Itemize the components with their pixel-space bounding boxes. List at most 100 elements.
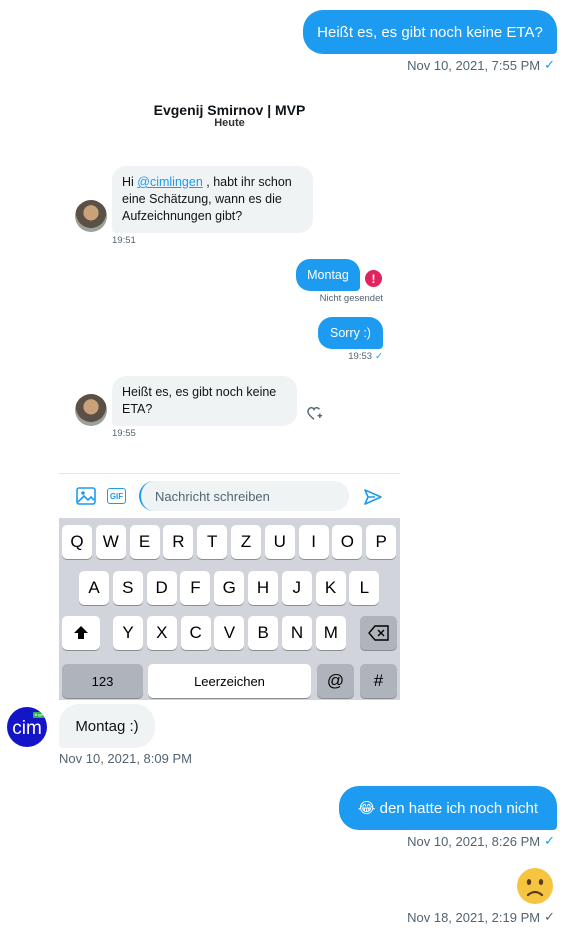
key-r[interactable]: R xyxy=(163,525,194,559)
key-label: # xyxy=(373,671,384,690)
send-icon[interactable] xyxy=(363,488,383,511)
screenshot-date-divider: Heute xyxy=(214,117,245,129)
error-icon: ! xyxy=(365,270,382,287)
sent-check-icon: ✓ xyxy=(544,909,555,924)
key-c[interactable]: C xyxy=(180,616,211,650)
message-timestamp: Nov 10, 2021, 8:09 PM xyxy=(59,751,192,766)
key-f[interactable]: F xyxy=(180,571,211,605)
at-key[interactable]: @ xyxy=(317,664,354,698)
input-placeholder: Nachricht schreiben xyxy=(155,488,270,504)
sent-message-bubble[interactable]: 😂 den hatte ich noch nicht xyxy=(339,786,557,830)
frowning-face-icon xyxy=(517,868,553,904)
compose-bar: GIF Nachricht schreiben xyxy=(59,473,400,518)
screenshot-time: 19:53 ✓ xyxy=(348,351,383,362)
key-label: T xyxy=(206,532,218,551)
key-v[interactable]: V xyxy=(214,616,245,650)
gif-icon[interactable]: GIF xyxy=(107,488,126,504)
key-label: N xyxy=(290,623,304,642)
contact-avatar xyxy=(75,394,107,426)
key-label: Z xyxy=(240,532,252,551)
message-input[interactable]: Nachricht schreiben xyxy=(139,481,349,511)
numbers-key[interactable]: 123 xyxy=(62,664,143,698)
key-g[interactable]: G xyxy=(214,571,245,605)
hash-key[interactable]: # xyxy=(360,664,397,698)
key-y[interactable]: Y xyxy=(113,616,143,650)
msg-text: Sorry :) xyxy=(330,326,371,340)
timestamp-text: Nov 10, 2021, 7:55 PM xyxy=(407,57,541,73)
attached-screenshot-image[interactable]: Evgenij Smirnov | MVP Heute Hi @cimlinge… xyxy=(59,92,400,700)
backspace-key[interactable] xyxy=(360,616,397,650)
key-label: @ xyxy=(326,671,345,690)
key-label: K xyxy=(324,578,337,597)
key-p[interactable]: P xyxy=(366,525,397,559)
received-message-bubble[interactable]: Montag :) xyxy=(59,704,155,748)
contact-avatar xyxy=(75,200,107,232)
key-label: Y xyxy=(122,623,134,642)
key-q[interactable]: Q xyxy=(62,525,92,559)
message-text: Montag :) xyxy=(75,717,139,735)
gif-label: GIF xyxy=(109,491,124,501)
key-label: O xyxy=(340,532,354,551)
key-n[interactable]: N xyxy=(282,616,312,650)
key-m[interactable]: M xyxy=(315,616,346,650)
screenshot-header: Evgenij Smirnov | MVP Heute xyxy=(59,92,400,132)
key-label: D xyxy=(155,578,168,597)
key-label: P xyxy=(375,532,387,551)
key-e[interactable]: E xyxy=(129,525,160,559)
key-label: S xyxy=(122,578,134,597)
msg-text: Montag xyxy=(307,268,349,282)
on-screen-keyboard: QWE R T Z U I O P A S D F G H J K L Y X C V B NM 123 Leerzeich… xyxy=(59,518,400,700)
mention-link[interactable]: @cimlingen xyxy=(137,175,203,189)
screenshot-time: 19:55 xyxy=(112,428,136,439)
key-label: V xyxy=(223,623,236,642)
key-l[interactable]: L xyxy=(349,571,380,605)
avatar[interactable]: lingen cim xyxy=(7,707,47,747)
key-s[interactable]: S xyxy=(112,571,143,605)
key-label: 123 xyxy=(91,673,114,689)
key-label: Q xyxy=(70,532,84,551)
avatar-text: cim xyxy=(12,718,42,739)
key-label: L xyxy=(359,578,370,597)
key-z[interactable]: Z xyxy=(231,525,261,559)
key-label: R xyxy=(172,532,185,551)
sent-emoji-message[interactable] xyxy=(516,867,554,905)
add-reaction-icon[interactable] xyxy=(305,404,323,427)
sent-check-icon: ✓ xyxy=(544,57,555,72)
shift-key[interactable] xyxy=(62,616,100,650)
sent-check-icon: ✓ xyxy=(544,833,555,848)
key-i[interactable]: I xyxy=(298,525,329,559)
key-w[interactable]: W xyxy=(95,525,126,559)
key-j[interactable]: J xyxy=(281,571,312,605)
key-label: B xyxy=(257,623,269,642)
screenshot-contact-name: Evgenij Smirnov | MVP xyxy=(153,102,306,118)
message-timestamp: Nov 10, 2021, 8:26 PM ✓ xyxy=(407,833,555,849)
media-icon[interactable] xyxy=(76,487,96,510)
key-k[interactable]: K xyxy=(315,571,346,605)
key-a[interactable]: A xyxy=(79,571,109,605)
key-label: Leerzeichen xyxy=(194,673,265,689)
key-label: F xyxy=(190,578,201,597)
sent-message-bubble[interactable]: Heißt es, es gibt noch keine ETA? xyxy=(303,10,557,54)
screenshot-outgoing-bubble: Montag xyxy=(296,259,360,291)
key-o[interactable]: O xyxy=(332,525,363,559)
key-b[interactable]: B xyxy=(248,616,279,650)
key-label: C xyxy=(189,623,202,642)
key-d[interactable]: D xyxy=(146,571,177,605)
key-u[interactable]: U xyxy=(264,525,295,559)
key-label: A xyxy=(88,578,100,597)
key-x[interactable]: X xyxy=(146,616,177,650)
space-key[interactable]: Leerzeichen xyxy=(148,664,311,698)
message-timestamp: Nov 10, 2021, 7:55 PM ✓ xyxy=(407,57,555,73)
timestamp-text: Nov 10, 2021, 8:26 PM xyxy=(407,833,541,849)
key-label: G xyxy=(222,578,236,597)
key-label: X xyxy=(156,623,168,642)
key-h[interactable]: H xyxy=(248,571,278,605)
timestamp-text: Nov 18, 2021, 2:19 PM xyxy=(407,909,541,925)
message-text: Heißt es, es gibt noch keine ETA? xyxy=(317,23,543,41)
sent-check-icon: ✓ xyxy=(375,351,383,362)
not-sent-status: Nicht gesendet xyxy=(319,293,383,304)
screenshot-incoming-bubble: Heißt es, es gibt noch keine ETA? xyxy=(112,376,297,426)
key-label: I xyxy=(311,532,316,551)
key-label: H xyxy=(256,578,270,597)
key-t[interactable]: T xyxy=(197,525,228,559)
